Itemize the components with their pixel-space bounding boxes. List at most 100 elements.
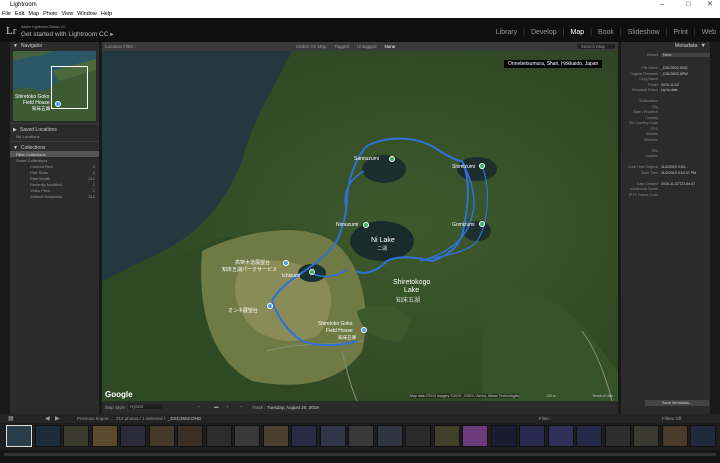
metadata-value[interactable]: 11/2/2019 9:54:37 PM bbox=[661, 171, 710, 175]
filmstrip-thumbnail[interactable] bbox=[319, 425, 346, 447]
filter-tagged[interactable]: Tagged bbox=[334, 44, 349, 49]
module-library[interactable]: Library bbox=[496, 29, 517, 36]
menu-window[interactable]: Window bbox=[77, 11, 97, 17]
metadata-value[interactable]: 2019-11-02 bbox=[661, 83, 710, 87]
filmstrip-thumbnail[interactable] bbox=[433, 425, 460, 447]
metadata-key: Metadata Status bbox=[631, 88, 658, 93]
metadata-value[interactable]: _DSC3502.ARW bbox=[661, 72, 710, 76]
menu-photo[interactable]: Photo bbox=[43, 11, 57, 17]
menu-view[interactable]: View bbox=[61, 11, 73, 17]
filmstrip[interactable] bbox=[0, 423, 720, 450]
grid-icon[interactable]: ▦ bbox=[8, 415, 14, 422]
filmstrip-scrollbar[interactable] bbox=[4, 453, 716, 456]
shiretokogo-label-3: 知床五湖 bbox=[396, 298, 421, 304]
menu-edit[interactable]: Edit bbox=[15, 11, 24, 17]
module-slideshow[interactable]: Slideshow bbox=[628, 29, 660, 36]
module-web[interactable]: Web bbox=[702, 29, 716, 36]
filmstrip-thumbnail[interactable] bbox=[177, 425, 203, 447]
menu-file[interactable]: File bbox=[2, 11, 11, 17]
onne-label: オンネ展望台 bbox=[228, 308, 258, 314]
filmstrip-thumbnail[interactable] bbox=[604, 425, 631, 447]
place-pin-icon[interactable] bbox=[479, 163, 485, 169]
metadata-key: Intellectual Genre bbox=[629, 187, 658, 192]
saved-locations-header[interactable]: ▶ Saved Locations bbox=[10, 126, 99, 133]
collections-header[interactable]: ▼ Collections bbox=[10, 144, 99, 151]
lock-icon[interactable]: ⌁ bbox=[240, 404, 243, 410]
photo-pin-icon[interactable] bbox=[267, 303, 273, 309]
navigator-header[interactable]: ▼ Navigator bbox=[10, 42, 99, 49]
previous-import[interactable]: Previous Import bbox=[77, 416, 109, 421]
save-metadata-button[interactable]: Save Metadata... bbox=[645, 400, 709, 406]
filmstrip-thumbnail[interactable] bbox=[661, 425, 688, 447]
filmstrip-thumbnail[interactable] bbox=[205, 425, 232, 447]
track-date[interactable]: Tuesday, August 20, 2019 bbox=[267, 405, 319, 410]
metadata-key: ISO Country Code bbox=[628, 121, 658, 126]
photo-pin-icon[interactable] bbox=[361, 327, 367, 333]
forward-icon[interactable]: ▶ bbox=[55, 415, 60, 422]
get-started-link[interactable]: Get started with Lightroom CC ▸ bbox=[21, 30, 114, 38]
filter-label: Filter : bbox=[539, 416, 552, 421]
back-icon[interactable]: ◀ bbox=[45, 415, 50, 422]
menu-map[interactable]: Map bbox=[28, 11, 39, 17]
filmstrip-thumbnail[interactable] bbox=[633, 425, 659, 447]
metadata-value[interactable]: 11/2/2019 9:54:.. bbox=[661, 165, 710, 169]
filmstrip-thumbnail[interactable] bbox=[291, 425, 317, 447]
zoom-slider-icon[interactable]: ▬ bbox=[214, 404, 219, 409]
map-view[interactable]: Onnebetsumura, Shari, Hokkaido, Japan Ni… bbox=[102, 51, 618, 401]
metadata-key: File Name bbox=[641, 66, 658, 71]
filmstrip-thumbnail[interactable] bbox=[348, 425, 374, 447]
metadata-value[interactable]: _DSC3502.DNG bbox=[661, 66, 710, 70]
zoom-out-icon[interactable]: − bbox=[198, 404, 201, 409]
metadata-value[interactable]: Up to date bbox=[661, 88, 710, 92]
place-pin-icon[interactable] bbox=[363, 222, 369, 228]
filmstrip-thumbnail[interactable] bbox=[576, 425, 602, 447]
filmstrip-thumbnail[interactable] bbox=[91, 425, 118, 447]
place-pin-icon[interactable] bbox=[309, 269, 315, 275]
metadata-key: Folder bbox=[647, 82, 658, 87]
place-pin-icon[interactable] bbox=[389, 156, 395, 162]
filter-untagged[interactable]: Untagged bbox=[357, 44, 377, 49]
metadata-preset-select[interactable]: None bbox=[661, 52, 710, 57]
module-develop[interactable]: Develop bbox=[531, 29, 557, 36]
filter-visible[interactable]: Visible On Map bbox=[296, 44, 326, 49]
terms-link[interactable]: Terms of Use bbox=[592, 394, 613, 398]
photo-pin-icon[interactable] bbox=[283, 260, 289, 266]
metadata-row: Date Time 11/2/2019 9:54:37 PM bbox=[621, 170, 710, 176]
filmstrip-thumbnail[interactable] bbox=[234, 425, 260, 447]
maximize-button[interactable]: □ bbox=[686, 0, 690, 10]
filmstrip-thumbnail[interactable] bbox=[405, 425, 431, 447]
filmstrip-thumbnail[interactable] bbox=[490, 425, 517, 447]
place-pin-icon[interactable] bbox=[479, 221, 485, 227]
filmstrip-thumbnail[interactable] bbox=[690, 425, 716, 447]
zoom-in-icon[interactable]: + bbox=[226, 404, 229, 409]
module-print[interactable]: Print bbox=[673, 29, 687, 36]
expand-icon: ▶ bbox=[13, 126, 17, 133]
filmstrip-thumbnail[interactable] bbox=[148, 425, 175, 447]
metadata-header[interactable]: Metadata ▼ bbox=[621, 42, 710, 49]
module-book[interactable]: Book bbox=[598, 29, 614, 36]
filmstrip-thumbnail[interactable] bbox=[262, 425, 289, 447]
metadata-value[interactable]: 2019-11-02T21:54:37 bbox=[661, 182, 710, 186]
filmstrip-thumbnail[interactable] bbox=[519, 425, 545, 447]
filters-off-select[interactable]: Filters Off bbox=[662, 416, 681, 421]
filter-none[interactable]: None bbox=[385, 44, 396, 49]
title-bar: Lightroom – □ ✕ bbox=[0, 0, 720, 10]
filmstrip-thumbnail[interactable] bbox=[376, 425, 403, 447]
filmstrip-thumbnail[interactable] bbox=[547, 425, 574, 447]
collection-item[interactable]: Without Keywords 212 bbox=[10, 193, 99, 199]
minimize-button[interactable]: – bbox=[660, 0, 664, 10]
filmstrip-thumbnail[interactable] bbox=[120, 425, 146, 447]
map-scale: 100 m bbox=[546, 394, 556, 398]
filmstrip-thumbnail[interactable] bbox=[63, 425, 89, 447]
search-map-input[interactable]: Search Map bbox=[576, 44, 615, 49]
filmstrip-thumbnail[interactable] bbox=[462, 425, 488, 447]
navigator-thumbnail[interactable]: Shiretoko Goko Field House 知床五湖 bbox=[13, 51, 96, 121]
metadata-key: Original Filename bbox=[629, 71, 658, 76]
filmstrip-thumbnail[interactable] bbox=[6, 425, 32, 447]
filmstrip-thumbnail[interactable] bbox=[34, 425, 61, 447]
module-map[interactable]: Map bbox=[570, 29, 584, 36]
my-locations-item[interactable]: My Locations bbox=[10, 133, 99, 139]
map-style-select[interactable]: Hybrid bbox=[128, 404, 164, 409]
menu-help[interactable]: Help bbox=[101, 11, 112, 17]
close-button[interactable]: ✕ bbox=[707, 0, 713, 10]
